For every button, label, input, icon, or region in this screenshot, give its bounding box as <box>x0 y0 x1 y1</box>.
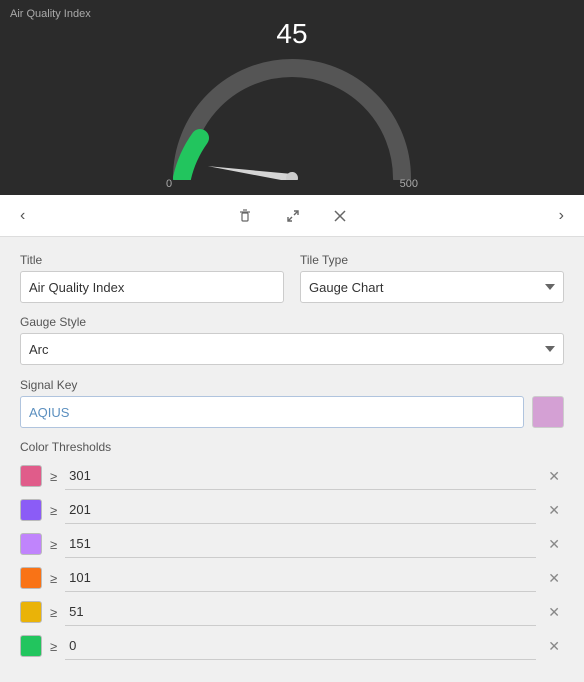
tile-type-select[interactable]: Gauge Chart Line Chart Bar Chart Pie Cha… <box>300 271 564 303</box>
gauge-panel-title: Air Quality Index <box>10 8 91 20</box>
threshold-gte-symbol: ≥ <box>50 639 57 654</box>
title-label: Title <box>20 253 284 267</box>
expand-icon <box>285 208 301 224</box>
signal-key-label: Signal Key <box>20 378 77 392</box>
toolbar: ‹ › <box>0 195 584 237</box>
trash-icon <box>237 208 253 224</box>
gauge-svg-container: 0 500 <box>162 50 422 190</box>
signal-key-label-wrapper: Signal Key <box>20 377 564 392</box>
threshold-value-input[interactable] <box>65 530 536 558</box>
threshold-gte-symbol: ≥ <box>50 537 57 552</box>
close-button[interactable] <box>325 205 355 227</box>
threshold-remove-button[interactable]: ✕ <box>544 570 564 587</box>
delete-button[interactable] <box>229 204 261 228</box>
title-tiletype-row: Title Tile Type Gauge Chart Line Chart B… <box>20 253 564 303</box>
tile-type-label: Tile Type <box>300 253 564 267</box>
threshold-remove-button[interactable]: ✕ <box>544 536 564 553</box>
gauge-labels: 0 500 <box>162 178 422 190</box>
threshold-gte-symbol: ≥ <box>50 503 57 518</box>
tile-type-group: Tile Type Gauge Chart Line Chart Bar Cha… <box>300 253 564 303</box>
threshold-remove-button[interactable]: ✕ <box>544 502 564 519</box>
threshold-remove-button[interactable]: ✕ <box>544 468 564 485</box>
close-icon <box>333 209 347 223</box>
threshold-color-swatch[interactable] <box>20 465 42 487</box>
gauge-style-label: Gauge Style <box>20 315 564 329</box>
toolbar-left: ‹ <box>12 203 33 229</box>
gauge-arc-svg <box>162 50 422 180</box>
color-thresholds-label: Color Thresholds <box>20 440 564 454</box>
threshold-value-input[interactable] <box>65 598 536 626</box>
threshold-row: ≥✕ <box>20 598 564 626</box>
gauge-style-select[interactable]: Arc Radial Linear <box>20 333 564 365</box>
threshold-row: ≥✕ <box>20 632 564 660</box>
gauge-value: 45 <box>276 18 307 50</box>
gauge-style-row: Gauge Style Arc Radial Linear <box>20 315 564 365</box>
threshold-color-swatch[interactable] <box>20 635 42 657</box>
thresholds-container: ≥✕≥✕≥✕≥✕≥✕≥✕ <box>20 462 564 660</box>
threshold-gte-symbol: ≥ <box>50 605 57 620</box>
threshold-row: ≥✕ <box>20 496 564 524</box>
threshold-gte-symbol: ≥ <box>50 469 57 484</box>
toolbar-right: › <box>551 203 572 229</box>
threshold-color-swatch[interactable] <box>20 601 42 623</box>
threshold-color-swatch[interactable] <box>20 567 42 589</box>
title-input[interactable] <box>20 271 284 303</box>
toolbar-center <box>229 204 355 228</box>
threshold-gte-symbol: ≥ <box>50 571 57 586</box>
threshold-row: ≥✕ <box>20 462 564 490</box>
signal-key-color-swatch[interactable] <box>532 396 564 428</box>
threshold-value-input[interactable] <box>65 564 536 592</box>
threshold-color-swatch[interactable] <box>20 533 42 555</box>
forward-button[interactable]: › <box>551 203 572 229</box>
threshold-color-swatch[interactable] <box>20 499 42 521</box>
threshold-row: ≥✕ <box>20 564 564 592</box>
threshold-remove-button[interactable]: ✕ <box>544 604 564 621</box>
threshold-value-input[interactable] <box>65 632 536 660</box>
gauge-panel: Air Quality Index 45 0 500 <box>0 0 584 195</box>
expand-button[interactable] <box>277 204 309 228</box>
signal-key-input[interactable] <box>20 396 524 428</box>
gauge-min-label: 0 <box>166 178 172 190</box>
signal-key-row <box>20 396 564 428</box>
gauge-style-group: Gauge Style Arc Radial Linear <box>20 315 564 365</box>
threshold-value-input[interactable] <box>65 496 536 524</box>
back-button[interactable]: ‹ <box>12 203 33 229</box>
threshold-row: ≥✕ <box>20 530 564 558</box>
threshold-value-input[interactable] <box>65 462 536 490</box>
form-area: Title Tile Type Gauge Chart Line Chart B… <box>0 237 584 682</box>
title-group: Title <box>20 253 284 303</box>
threshold-remove-button[interactable]: ✕ <box>544 638 564 655</box>
gauge-max-label: 500 <box>400 178 418 190</box>
